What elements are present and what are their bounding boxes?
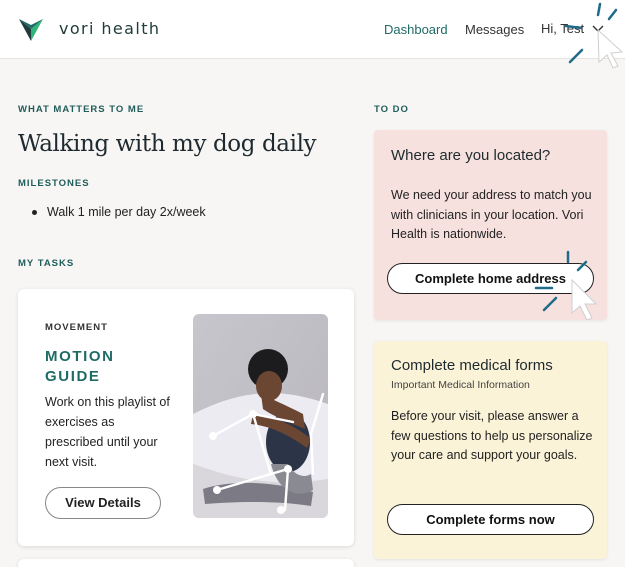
chevron-down-icon[interactable] [592, 24, 604, 34]
milestones-label: MILESTONES [18, 178, 90, 189]
user-menu-toggle[interactable]: Hi, Test [541, 21, 584, 36]
brand-name[interactable]: vori health [59, 19, 160, 38]
todo-title: Where are you located? [391, 147, 551, 164]
bullet-icon [32, 210, 37, 215]
task-card-next[interactable] [18, 559, 354, 567]
vori-logo-icon[interactable] [17, 15, 45, 43]
todo-body: We need your address to match you with c… [391, 188, 592, 241]
todo-card-medical-forms: Complete medical forms Important Medical… [374, 341, 607, 559]
nav-messages-link[interactable]: Messages [465, 22, 524, 37]
todo-title: Complete medical forms [391, 357, 553, 374]
top-header: vori health Dashboard Messages Hi, Test [0, 0, 625, 59]
goal-title: Walking with my dog daily [18, 131, 317, 157]
todo-body: Before your visit, please answer a few q… [391, 409, 593, 462]
milestone-text: Walk 1 mile per day 2x/week [47, 205, 206, 219]
task-description: Work on this playlist of exercises as pr… [45, 395, 170, 469]
complete-forms-button[interactable]: Complete forms now [387, 504, 594, 535]
complete-home-address-button[interactable]: Complete home address [387, 263, 594, 294]
view-details-button[interactable]: View Details [45, 487, 161, 519]
todo-label: TO DO [374, 104, 409, 115]
task-card-motion-guide[interactable]: MOVEMENT MOTION GUIDE Work on this playl… [18, 289, 354, 546]
my-tasks-label: MY TASKS [18, 258, 75, 269]
todo-subtitle: Important Medical Information [391, 379, 530, 391]
stretching-person-photo [193, 314, 328, 518]
task-category: MOVEMENT [45, 322, 108, 333]
nav-dashboard-link[interactable]: Dashboard [384, 22, 448, 37]
todo-card-location: Where are you located? We need your addr… [374, 130, 607, 320]
what-matters-label: WHAT MATTERS TO ME [18, 104, 145, 115]
task-title: MOTION GUIDE [45, 348, 115, 385]
